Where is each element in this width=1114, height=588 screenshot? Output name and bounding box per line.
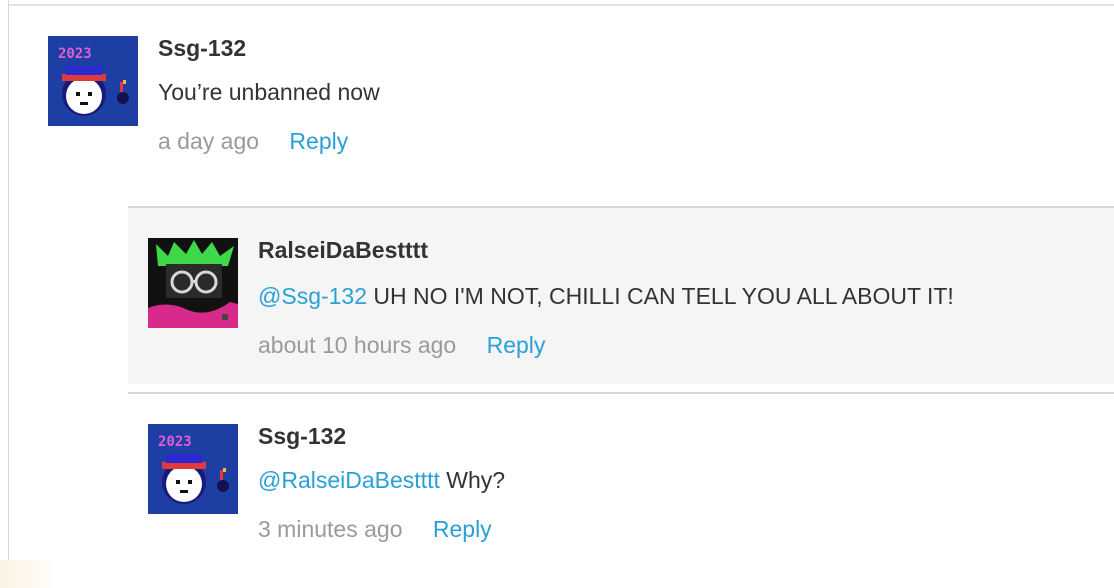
avatar[interactable]: 2023 [148,424,238,514]
comment-author[interactable]: RalseiDaBestttt [258,237,428,264]
comment-timestamp: 3 minutes ago [258,516,403,542]
avatar[interactable]: 2023 [48,36,138,126]
comment-meta: a day ago Reply [158,128,348,155]
avatar-year-text: 2023 [158,434,192,450]
comment-meta: 3 minutes ago Reply [258,516,492,543]
comment-timestamp: about 10 hours ago [258,332,457,358]
comment-text: UH NO I'M NOT, CHILLI CAN TELL YOU ALL A… [367,283,954,309]
comment-text: You’re unbanned now [158,79,380,105]
comment: 2023 Ssg-132 @RalseiDaBestttt Why? 3 min… [128,392,1114,562]
page-corner [0,560,60,588]
comment-author[interactable]: Ssg-132 [158,35,246,62]
comment: 2023 Ssg-132 You’re unbanned now a day a… [9,6,1114,196]
ssg-132-avatar-image: 2023 [48,36,138,126]
comment-author[interactable]: Ssg-132 [258,423,346,450]
comment-timestamp: a day ago [158,128,260,154]
comment-body: @RalseiDaBestttt Why? [258,467,505,494]
avatar[interactable] [148,238,238,328]
reply-button[interactable]: Reply [487,332,546,358]
reply-button[interactable]: Reply [433,516,492,542]
comment-meta: about 10 hours ago Reply [258,332,545,359]
mention-link[interactable]: @Ssg-132 [258,283,367,309]
comment-text: Why? [439,467,506,493]
reply-button[interactable]: Reply [289,128,348,154]
ssg-132-avatar-image: 2023 [148,424,238,514]
mention-link[interactable]: @RalseiDaBestttt [258,467,440,493]
ralseidabestttt-avatar-image [148,238,238,328]
comment-body: You’re unbanned now [158,79,380,106]
avatar-year-text: 2023 [58,46,92,62]
comment-body: @Ssg-132 UH NO I'M NOT, CHILLI CAN TELL … [258,283,954,310]
comment: RalseiDaBestttt @Ssg-132 UH NO I'M NOT, … [128,206,1114,384]
thread-rail [0,0,9,560]
